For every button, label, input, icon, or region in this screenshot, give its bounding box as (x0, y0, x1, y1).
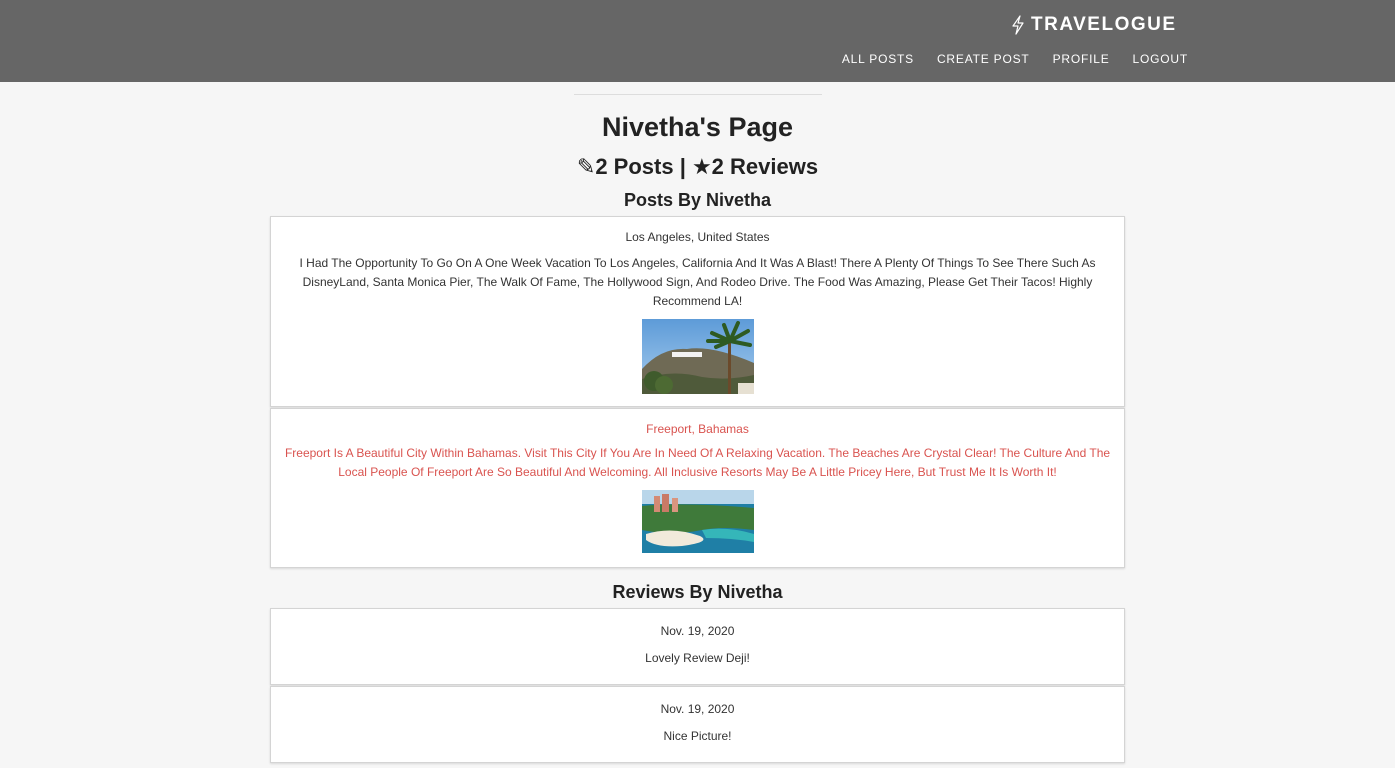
review-card: Nov. 19, 2020 Lovely Review Deji! (270, 608, 1125, 685)
page-title: Nivetha's Page (601, 112, 793, 142)
review-date: Nov. 19, 2020 (660, 702, 735, 716)
review-text: Nice Picture! (663, 729, 732, 743)
top-navbar: TRAVELOGUE ALL POSTS CREATE POST PROFILE… (0, 0, 1395, 82)
reviews-heading: Reviews By Nivetha (612, 582, 783, 602)
nav-create-post[interactable]: CREATE POST (937, 52, 1030, 66)
posts-heading: Posts By Nivetha (623, 190, 772, 210)
review-text: Lovely Review Deji! (645, 651, 750, 665)
post-card[interactable]: Los Angeles, United States I Had The Opp… (270, 216, 1125, 407)
profile-stats: ✎2 Posts | ★2 Reviews (576, 154, 819, 179)
review-date: Nov. 19, 2020 (660, 624, 735, 638)
brand-name: TRAVELOGUE (1031, 14, 1177, 35)
bahamas-resort-photo (641, 490, 754, 553)
post-text: I Had The Opportunity To Go On A One Wee… (299, 256, 1096, 308)
post-location: Los Angeles, United States (625, 230, 770, 244)
post-card[interactable]: Freeport, Bahamas Freeport Is A Beautifu… (270, 408, 1125, 568)
nav-profile[interactable]: PROFILE (1053, 52, 1110, 66)
nav-all-posts[interactable]: ALL POSTS (842, 52, 914, 66)
brand-logo[interactable]: TRAVELOGUE (1011, 14, 1177, 36)
posts-list: Los Angeles, United States I Had The Opp… (270, 216, 1125, 568)
divider (573, 94, 822, 95)
lightning-bolt-icon (1012, 15, 1024, 35)
main-nav: ALL POSTS CREATE POST PROFILE LOGOUT (842, 52, 1188, 66)
post-text: Freeport Is A Beautiful City Within Baha… (284, 446, 1111, 479)
review-card: Nov. 19, 2020 Nice Picture! (270, 686, 1125, 763)
nav-logout[interactable]: LOGOUT (1133, 52, 1188, 66)
post-location: Freeport, Bahamas (646, 422, 749, 436)
hollywood-sign-photo (641, 319, 754, 394)
reviews-list: Nov. 19, 2020 Lovely Review Deji! Nov. 1… (270, 608, 1125, 763)
